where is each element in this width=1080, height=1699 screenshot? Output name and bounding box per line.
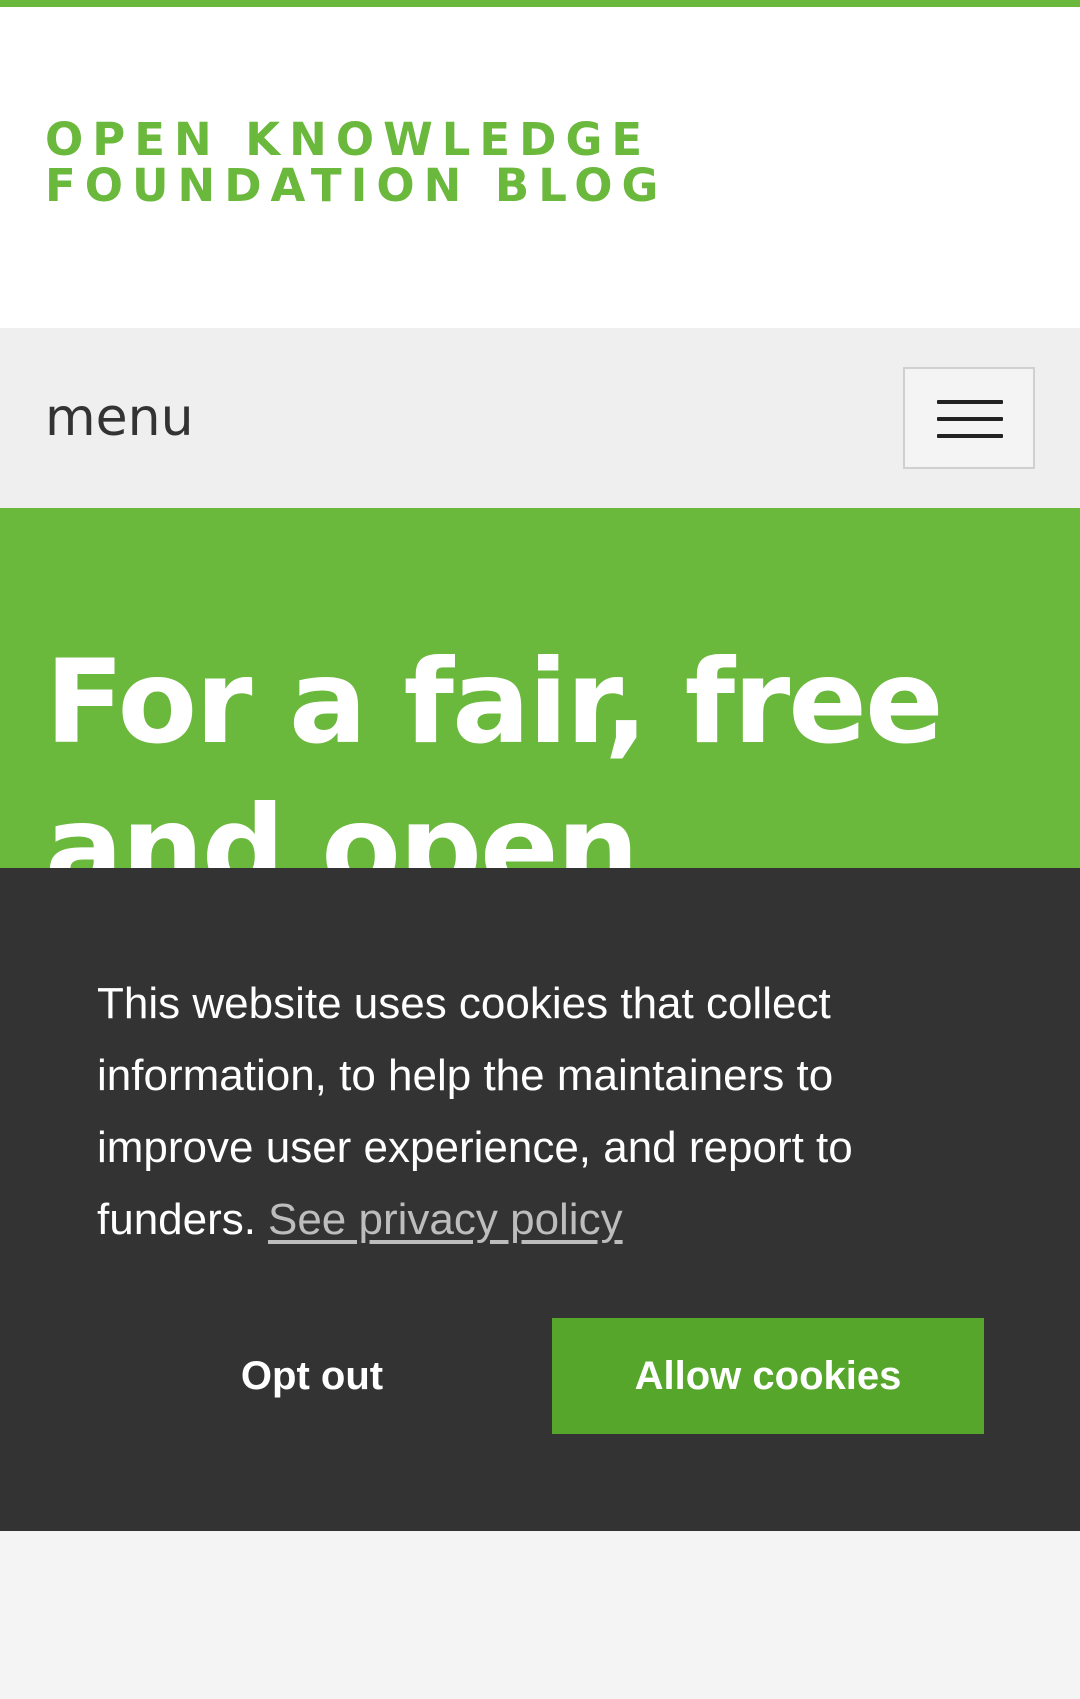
privacy-policy-link[interactable]: See privacy policy: [268, 1195, 623, 1244]
top-accent-bar: [0, 0, 1080, 7]
hero-banner: For a fair, free and open future:: [0, 508, 1080, 868]
site-title[interactable]: OPEN KNOWLEDGE FOUNDATION BLOG: [45, 117, 805, 209]
allow-cookies-button[interactable]: Allow cookies: [552, 1318, 984, 1434]
hamburger-icon-line: [937, 400, 1003, 404]
opt-out-button[interactable]: Opt out: [147, 1318, 477, 1434]
page: OPEN KNOWLEDGE FOUNDATION BLOG menu For …: [0, 0, 1080, 1699]
hero-title: For a fair, free and open future:: [45, 635, 944, 868]
menu-toggle-button[interactable]: [903, 367, 1035, 469]
hamburger-icon-line: [937, 434, 1003, 438]
cookie-message: This website uses cookies that collect i…: [97, 968, 997, 1256]
menu-label[interactable]: menu: [45, 388, 194, 448]
page-content-area: [0, 1531, 1080, 1699]
cookie-consent-banner: This website uses cookies that collect i…: [0, 868, 1080, 1531]
menu-bar: menu: [0, 328, 1080, 508]
site-header: OPEN KNOWLEDGE FOUNDATION BLOG: [0, 7, 1080, 328]
hamburger-icon-line: [937, 417, 1003, 421]
